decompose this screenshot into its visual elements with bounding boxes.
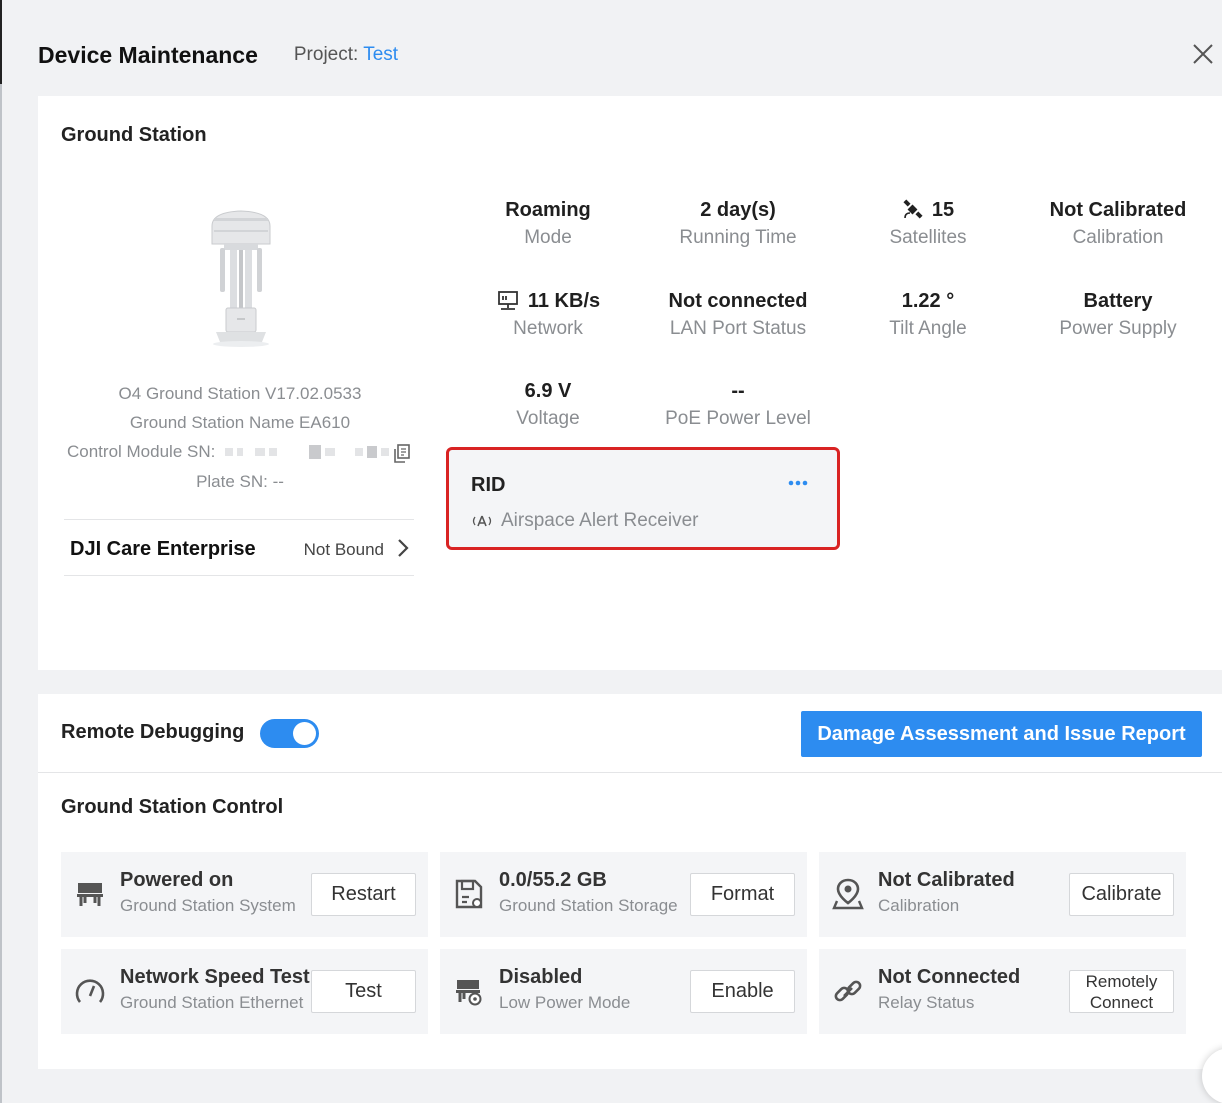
stat-value: Battery bbox=[1083, 289, 1153, 312]
stat-poe-power: -- PoE Power Level bbox=[643, 378, 833, 430]
dji-care-enterprise-row[interactable]: DJI Care Enterprise Not Bound bbox=[64, 519, 414, 576]
airspace-alert-icon bbox=[472, 515, 492, 527]
stat-label: Satellites bbox=[889, 227, 967, 248]
stat-label: Calibration bbox=[1072, 227, 1164, 248]
remote-debugging-label: Remote Debugging bbox=[61, 721, 245, 743]
project-label: Project: bbox=[293, 44, 359, 65]
divider bbox=[38, 772, 1222, 773]
tile-description: Calibration bbox=[878, 896, 960, 915]
remotely-connect-button[interactable]: Remotely Connect bbox=[1069, 970, 1174, 1013]
control-tile-relay: Not Connected Relay Status Remotely Conn… bbox=[819, 949, 1186, 1034]
stat-power-supply: Battery Power Supply bbox=[1023, 288, 1213, 340]
stat-running-time: 2 day(s) Running Time bbox=[643, 197, 833, 249]
plate-sn: Plate SN: -- bbox=[196, 472, 284, 491]
stat-value: 15 bbox=[931, 198, 955, 221]
tile-status: Not Connected bbox=[878, 966, 1021, 988]
tile-description: Relay Status bbox=[878, 993, 975, 1012]
stat-label: Network bbox=[513, 318, 583, 339]
stat-lan-port: Not connected LAN Port Status bbox=[643, 288, 833, 340]
stat-calibration: Not Calibrated Calibration bbox=[1023, 197, 1213, 249]
firmware-version: O4 Ground Station V17.02.0533 bbox=[118, 384, 362, 403]
format-button[interactable]: Format bbox=[690, 873, 795, 916]
section-title-ground-station-control: Ground Station Control bbox=[61, 796, 284, 818]
ground-station-name: Ground Station Name EA610 bbox=[129, 413, 351, 432]
rid-subtitle: Airspace Alert Receiver bbox=[471, 510, 698, 532]
stat-value: Roaming bbox=[505, 198, 591, 221]
care-status: Not Bound bbox=[303, 540, 384, 559]
control-tile-network-speed: Network Speed Test Ground Station Ethern… bbox=[61, 949, 428, 1034]
project-indicator: Project: Test bbox=[294, 44, 398, 66]
control-tile-low-power: Disabled Low Power Mode Enable bbox=[440, 949, 807, 1034]
enable-button[interactable]: Enable bbox=[690, 970, 795, 1013]
satellite-icon bbox=[903, 199, 923, 219]
stat-label: Power Supply bbox=[1059, 318, 1177, 339]
storage-icon bbox=[455, 879, 483, 909]
link-icon bbox=[834, 980, 862, 1002]
stat-value: 2 day(s) bbox=[700, 198, 776, 221]
damage-report-button[interactable]: Damage Assessment and Issue Report bbox=[801, 711, 1202, 757]
toggle-knob bbox=[293, 722, 316, 745]
window-edge bbox=[0, 0, 2, 1103]
stat-label: Running Time bbox=[679, 227, 797, 248]
power-icon bbox=[77, 883, 103, 906]
stat-label: Mode bbox=[524, 227, 572, 248]
stat-network: 11 KB/s Network bbox=[453, 288, 643, 340]
tile-status: Disabled bbox=[499, 966, 583, 988]
tile-status: Not Calibrated bbox=[878, 869, 1015, 891]
control-module-sn-label: Control Module SN: bbox=[67, 442, 216, 461]
stat-value: 11 KB/s bbox=[527, 289, 601, 312]
stat-value: 1.22 ° bbox=[901, 289, 955, 312]
care-label: DJI Care Enterprise bbox=[70, 538, 256, 560]
speedometer-icon bbox=[75, 979, 105, 1003]
rid-title: RID bbox=[471, 474, 506, 496]
chevron-right-icon bbox=[398, 539, 409, 557]
tile-status: Network Speed Test bbox=[120, 966, 310, 988]
stat-label: PoE Power Level bbox=[665, 408, 811, 429]
test-button[interactable]: Test bbox=[311, 970, 416, 1013]
stat-voltage: 6.9 V Voltage bbox=[453, 378, 643, 430]
ground-station-device-image bbox=[211, 210, 271, 347]
stat-value: Not connected bbox=[668, 289, 808, 312]
stat-tilt-angle: 1.22 ° Tilt Angle bbox=[833, 288, 1023, 340]
tile-status: Powered on bbox=[120, 869, 234, 891]
stat-label: LAN Port Status bbox=[669, 318, 807, 339]
tile-status: 0.0/55.2 GB bbox=[499, 869, 607, 891]
tile-description: Ground Station System bbox=[120, 896, 296, 915]
more-options-icon[interactable] bbox=[785, 472, 811, 494]
network-icon bbox=[497, 291, 518, 310]
tile-description: Ground Station Ethernet bbox=[120, 993, 304, 1012]
stat-label: Voltage bbox=[516, 408, 580, 429]
dialog-title: Device Maintenance bbox=[38, 41, 258, 68]
section-title-ground-station: Ground Station bbox=[61, 124, 207, 146]
control-module-sn: Control Module SN: bbox=[67, 442, 391, 462]
stat-mode: Roaming Mode bbox=[453, 197, 643, 249]
low-power-icon bbox=[456, 980, 482, 1006]
control-tile-calibration: Not Calibrated Calibration Calibrate bbox=[819, 852, 1186, 937]
stat-value: -- bbox=[731, 379, 745, 402]
stat-satellites: 15 Satellites bbox=[833, 197, 1023, 249]
stat-label: Tilt Angle bbox=[889, 318, 967, 339]
tile-description: Ground Station Storage bbox=[499, 896, 678, 915]
rid-card[interactable]: RID Airspace Alert Receiver bbox=[446, 447, 840, 550]
ground-station-control-card: Remote Debugging Damage Assessment and I… bbox=[38, 694, 1222, 1069]
dialog-header: Device Maintenance Project: Test bbox=[38, 38, 398, 72]
stat-value: 6.9 V bbox=[524, 379, 572, 402]
control-tile-storage: 0.0/55.2 GB Ground Station Storage Forma… bbox=[440, 852, 807, 937]
copy-icon[interactable] bbox=[393, 444, 411, 463]
tile-description: Low Power Mode bbox=[499, 993, 631, 1012]
ground-station-card: Ground Station O4 Ground Station V17.02.… bbox=[38, 96, 1222, 670]
restart-button[interactable]: Restart bbox=[311, 873, 416, 916]
project-name-link[interactable]: Test bbox=[363, 44, 398, 65]
stat-value: Not Calibrated bbox=[1049, 198, 1187, 221]
location-pin-icon bbox=[832, 878, 864, 910]
close-icon[interactable] bbox=[1190, 41, 1216, 67]
remote-debugging-toggle[interactable] bbox=[260, 719, 319, 748]
rid-subtitle-text: Airspace Alert Receiver bbox=[501, 510, 699, 531]
control-tile-system: Powered on Ground Station System Restart bbox=[61, 852, 428, 937]
redacted-serial-number bbox=[223, 445, 391, 459]
calibrate-button[interactable]: Calibrate bbox=[1069, 873, 1174, 916]
